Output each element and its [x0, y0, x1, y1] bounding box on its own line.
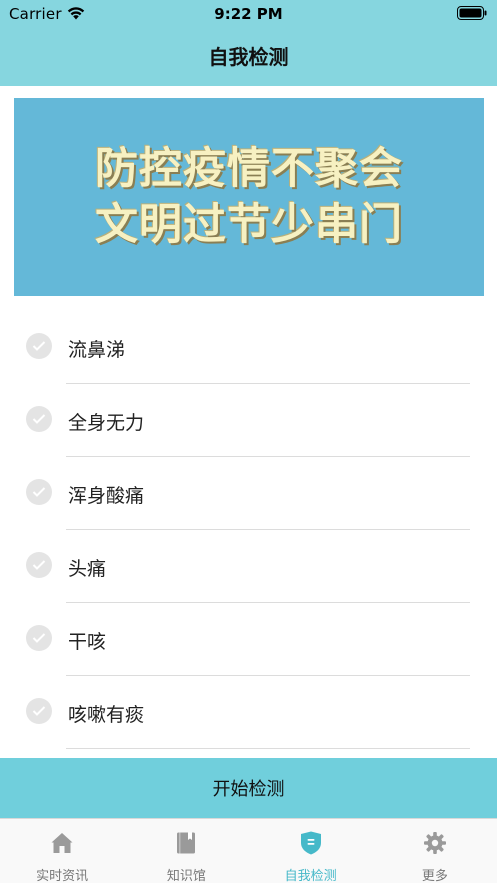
home-icon — [51, 833, 73, 853]
symptom-item[interactable]: 浑身酸痛 — [0, 457, 497, 530]
header: Carrier 9:22 PM 自我检测 — [0, 0, 497, 86]
shield-icon — [300, 831, 321, 855]
checkmark-icon[interactable] — [26, 479, 52, 505]
symptom-item[interactable]: 流鼻涕 — [0, 311, 497, 384]
tab-label: 知识馆 — [166, 869, 206, 883]
divider — [66, 748, 470, 749]
book-icon — [177, 832, 196, 854]
status-time: 9:22 PM — [214, 5, 283, 23]
app-screen: Carrier 9:22 PM 自我检测 防控疫情不聚会 文明过节少串门 流鼻涕 — [0, 0, 497, 883]
tab-label: 自我检测 — [284, 869, 337, 883]
battery-icon — [457, 6, 487, 20]
tab-label: 实时资讯 — [36, 869, 89, 883]
gear-icon — [423, 832, 446, 854]
checkmark-icon[interactable] — [26, 698, 52, 724]
checkmark-icon[interactable] — [26, 406, 52, 432]
symptom-label: 流鼻涕 — [68, 339, 126, 361]
tab-more[interactable]: 更多 — [373, 819, 497, 883]
symptom-label: 咳嗽有痰 — [68, 704, 145, 726]
start-check-button[interactable]: 开始检测 — [0, 758, 497, 818]
symptom-label: 浑身酸痛 — [68, 485, 145, 507]
symptom-item[interactable]: 全身无力 — [0, 384, 497, 457]
checkmark-icon[interactable] — [26, 625, 52, 651]
banner: 防控疫情不聚会 文明过节少串门 — [14, 98, 484, 296]
symptom-list: 流鼻涕 全身无力 浑身酸痛 头痛 干咳 咳嗽有痰 — [0, 311, 497, 749]
symptom-label: 全身无力 — [68, 412, 145, 434]
tab-bar: 实时资讯 知识馆 自我检测 更多 — [0, 818, 497, 883]
tab-news[interactable]: 实时资讯 — [0, 819, 124, 883]
tab-label: 更多 — [421, 869, 448, 883]
symptom-item[interactable]: 咳嗽有痰 — [0, 676, 497, 749]
banner-line-1: 防控疫情不聚会 — [95, 144, 403, 194]
tab-self-check[interactable]: 自我检测 — [249, 819, 373, 883]
symptom-label: 头痛 — [68, 558, 107, 580]
checkmark-icon[interactable] — [26, 333, 52, 359]
page-title: 自我检测 — [208, 45, 289, 69]
banner-line-2: 文明过节少串门 — [95, 200, 403, 250]
start-check-label: 开始检测 — [212, 779, 285, 800]
status-bar: Carrier 9:22 PM — [0, 0, 497, 28]
symptom-item[interactable]: 头痛 — [0, 530, 497, 603]
tab-knowledge[interactable]: 知识馆 — [124, 819, 248, 883]
checkmark-icon[interactable] — [26, 552, 52, 578]
symptom-item[interactable]: 干咳 — [0, 603, 497, 676]
symptom-label: 干咳 — [68, 631, 107, 653]
